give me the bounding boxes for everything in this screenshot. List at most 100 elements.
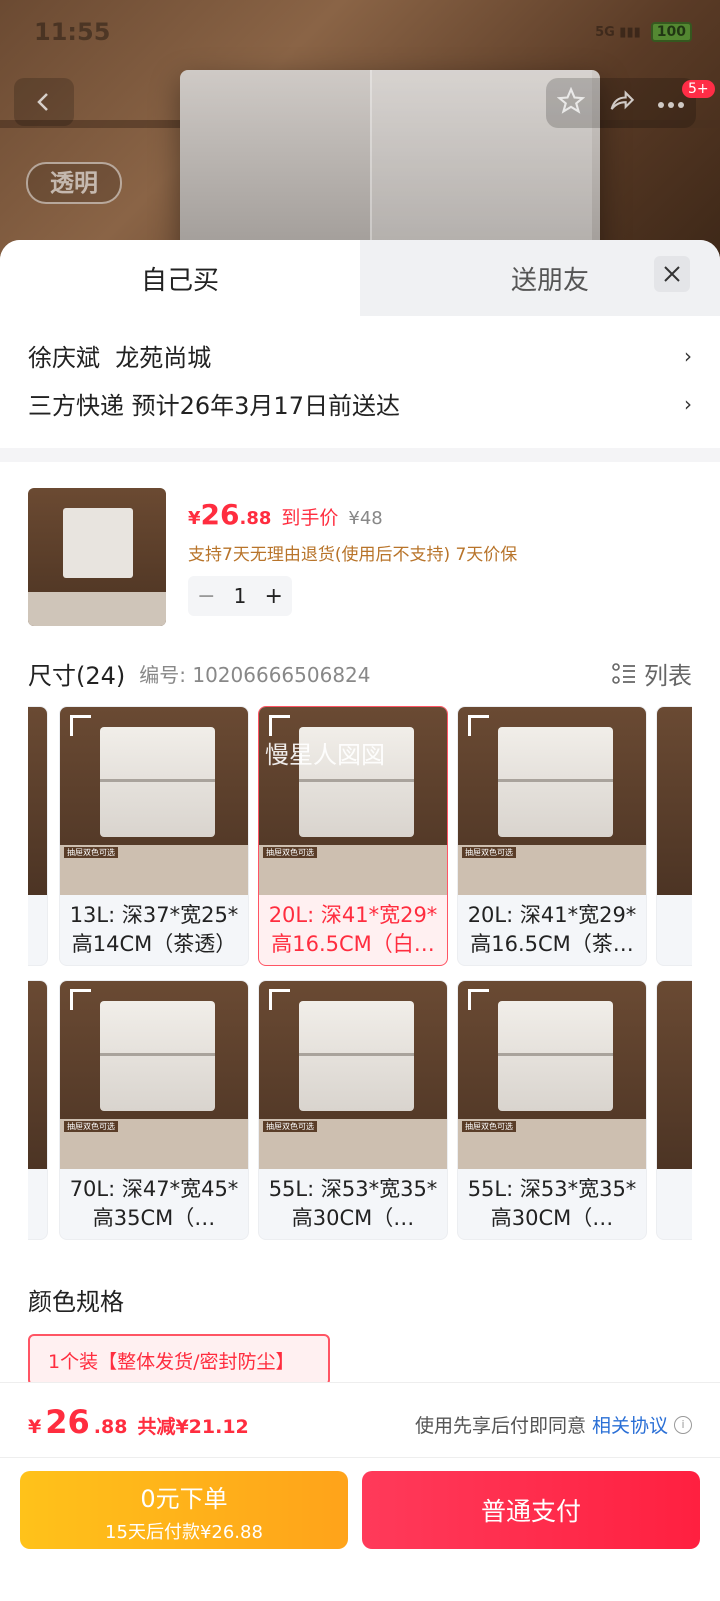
thumbnail-strip bbox=[28, 592, 166, 626]
expand-icon[interactable] bbox=[70, 715, 91, 736]
normal-pay-button[interactable]: 普通支付 bbox=[362, 1471, 700, 1549]
footer-price-integer: 26 bbox=[45, 1403, 90, 1441]
share-icon bbox=[610, 90, 635, 110]
option-label: 20L: 深41*宽29*高16.5CM（茶… bbox=[467, 903, 637, 956]
close-icon bbox=[664, 266, 680, 282]
option-image: 抽屉双色可选 bbox=[259, 981, 447, 1169]
current-price: ¥26.88 bbox=[188, 498, 271, 531]
feature-strip: 抽屉双色可选 bbox=[60, 845, 248, 895]
box-render bbox=[498, 727, 613, 837]
share-button[interactable] bbox=[607, 87, 635, 119]
footer-price-decimal: .88 bbox=[93, 1416, 128, 1438]
size-options-grid: 抽屉双色可选 13L: 深37*宽25*高14CM（茶透） 抽屉双色可选 慢星人… bbox=[28, 706, 692, 1246]
info-icon[interactable]: i bbox=[674, 1415, 692, 1434]
top-action-bar bbox=[546, 78, 696, 128]
tab-buy-for-self[interactable]: 自己买 bbox=[0, 240, 360, 316]
pay-later-button[interactable]: 0元下单 15天后付款¥26.88 bbox=[20, 1471, 348, 1549]
size-option-card[interactable]: 抽屉双色可选 13L: 深37*宽25*高14CM（茶透） bbox=[59, 706, 249, 966]
expand-icon[interactable] bbox=[468, 989, 489, 1010]
size-option-card[interactable]: 抽屉双色可选 20L: 深41*宽29*高16.5CM（茶… bbox=[457, 706, 647, 966]
box-divider bbox=[299, 1053, 414, 1056]
size-header: 尺寸(24) 编号: 10206666506824 列表 bbox=[28, 656, 692, 691]
box-render bbox=[100, 1001, 215, 1111]
size-option-card[interactable]: 抽屉双色可选 70L: 深47*宽45*高35CM（… bbox=[59, 980, 249, 1240]
box-divider bbox=[498, 779, 613, 782]
size-option-partial[interactable] bbox=[28, 980, 48, 1240]
strip-title: 抽屉双色可选 bbox=[462, 847, 516, 858]
list-label: 列表 bbox=[644, 662, 692, 690]
strip-title: 抽屉双色可选 bbox=[64, 847, 118, 858]
size-option-partial[interactable] bbox=[656, 706, 692, 966]
transparent-tag: 透明 bbox=[26, 162, 122, 204]
feature-strip: 抽屉双色可选 bbox=[259, 1119, 447, 1169]
feature-strip: 抽屉双色可选 bbox=[60, 1119, 248, 1169]
chevron-right-icon: › bbox=[684, 343, 692, 368]
option-image: 抽屉双色可选 bbox=[458, 707, 646, 895]
feature-strip: 抽屉双色可选 bbox=[458, 1119, 646, 1169]
pay-later-subtitle: 15天后付款¥26.88 bbox=[105, 1522, 263, 1543]
product-code: 编号: 10206666506824 bbox=[139, 663, 371, 687]
address-text: 徐庆斌 龙苑尚城 bbox=[28, 338, 211, 373]
checkout-footer: ¥26.88 共减¥21.12 使用先享后付即同意 相关协议 i 0元下单 15天… bbox=[0, 1382, 720, 1601]
option-image: 抽屉双色可选 慢星人図図 bbox=[259, 707, 447, 895]
chevron-right-icon: › bbox=[684, 391, 692, 416]
agreement-prefix: 使用先享后付即同意 bbox=[414, 1415, 586, 1437]
expand-icon[interactable] bbox=[468, 715, 489, 736]
favorite-button[interactable] bbox=[556, 86, 586, 119]
feature-strip: 抽屉双色可选 bbox=[458, 845, 646, 895]
address-location: 龙苑尚城 bbox=[115, 344, 212, 372]
decrease-button[interactable]: − bbox=[197, 584, 215, 609]
final-price-tag: 到手价 bbox=[281, 507, 339, 529]
footer-price-currency: ¥ bbox=[28, 1416, 42, 1438]
chevron-left-icon bbox=[37, 93, 48, 111]
option-image bbox=[657, 707, 692, 895]
agreement-link[interactable]: 相关协议 bbox=[592, 1411, 668, 1438]
quantity-stepper: − 1 + bbox=[188, 576, 292, 616]
purchase-tabs: 自己买 送朋友 bbox=[0, 240, 720, 316]
box-divider bbox=[498, 1053, 613, 1056]
box-render bbox=[498, 1001, 613, 1111]
size-option-card[interactable]: 抽屉双色可选 55L: 深53*宽35*高30CM（… bbox=[258, 980, 448, 1240]
product-thumbnail[interactable] bbox=[28, 488, 166, 626]
notification-badge: 5+ bbox=[682, 80, 715, 98]
image-watermark: 慢星人図図 bbox=[265, 741, 385, 769]
option-image: 抽屉双色可选 bbox=[60, 981, 248, 1169]
price-row: ¥26.88 到手价 ¥48 bbox=[188, 498, 383, 531]
size-option-card-selected[interactable]: 抽屉双色可选 慢星人図図 20L: 深41*宽29*高16.5CM（白… bbox=[258, 706, 448, 966]
expand-icon[interactable] bbox=[269, 989, 290, 1010]
footer-price: ¥26.88 共减¥21.12 bbox=[28, 1403, 249, 1441]
pay-later-title: 0元下单 bbox=[140, 1485, 228, 1513]
expand-icon[interactable] bbox=[269, 715, 290, 736]
size-option-partial[interactable] bbox=[28, 706, 48, 966]
box-divider bbox=[299, 779, 414, 782]
address-row[interactable]: 徐庆斌 龙苑尚城 › bbox=[28, 338, 692, 373]
back-button[interactable] bbox=[14, 78, 74, 126]
size-option-card[interactable]: 抽屉双色可选 55L: 深53*宽35*高30CM（… bbox=[457, 980, 647, 1240]
color-option-selected[interactable]: 1个装【整体发货/密封防尘】 bbox=[28, 1334, 330, 1386]
footer-divider bbox=[0, 1457, 720, 1458]
thumbnail-box bbox=[63, 508, 133, 578]
more-dots-icon bbox=[658, 101, 684, 108]
price-integer: 26 bbox=[200, 498, 240, 531]
quantity-value: 1 bbox=[233, 584, 247, 608]
expand-icon[interactable] bbox=[70, 989, 91, 1010]
size-option-partial[interactable] bbox=[656, 980, 692, 1240]
more-button[interactable] bbox=[657, 94, 685, 113]
increase-button[interactable]: + bbox=[264, 584, 282, 609]
option-label: 55L: 深53*宽35*高30CM（… bbox=[268, 1177, 438, 1230]
strip-title: 抽屉双色可选 bbox=[64, 1121, 118, 1132]
recipient-name: 徐庆斌 bbox=[28, 344, 100, 372]
agreement-text: 使用先享后付即同意 相关协议 i bbox=[415, 1411, 692, 1438]
delivery-row[interactable]: 三方快递 预计26年3月17日前送达 › bbox=[28, 386, 692, 421]
close-button[interactable] bbox=[654, 256, 690, 292]
star-icon bbox=[556, 86, 586, 114]
list-view-toggle[interactable]: 列表 bbox=[612, 656, 692, 691]
strip-title: 抽屉双色可选 bbox=[263, 1121, 317, 1132]
tab-gift-to-friend[interactable]: 送朋友 bbox=[440, 240, 660, 316]
box-render bbox=[100, 727, 215, 837]
feature-strip: 抽屉双色可选 bbox=[259, 845, 447, 895]
status-bar: 11:55 5G ▮▮▮ 100 bbox=[0, 0, 720, 64]
option-label: 20L: 深41*宽29*高16.5CM（白… bbox=[268, 903, 438, 956]
option-label: 70L: 深47*宽45*高35CM（… bbox=[69, 1177, 239, 1230]
status-time: 11:55 bbox=[34, 18, 111, 46]
